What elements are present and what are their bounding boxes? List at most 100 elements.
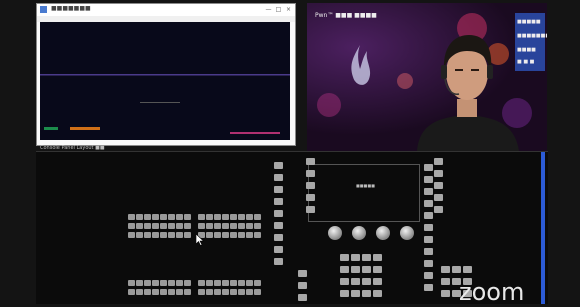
console-button[interactable]: [246, 280, 253, 286]
console-button[interactable]: [128, 289, 135, 295]
console-button[interactable]: [362, 278, 371, 285]
console-button[interactable]: [168, 280, 175, 286]
console-button[interactable]: [306, 206, 315, 213]
console-button[interactable]: [214, 289, 221, 295]
console-button[interactable]: [246, 214, 253, 220]
console-button[interactable]: [274, 210, 283, 217]
console-button[interactable]: [274, 174, 283, 181]
console-button[interactable]: [152, 214, 159, 220]
console-button[interactable]: [424, 236, 433, 243]
console-button[interactable]: [152, 280, 159, 286]
console-button[interactable]: [144, 289, 151, 295]
console-button[interactable]: [160, 232, 167, 238]
console-button[interactable]: [274, 186, 283, 193]
console-button[interactable]: [434, 194, 443, 201]
console-button[interactable]: [168, 289, 175, 295]
console-button[interactable]: [144, 280, 151, 286]
console-button[interactable]: [246, 289, 253, 295]
console-button[interactable]: [128, 232, 135, 238]
camera-video-tile[interactable]: Pwn™ ■■■ ■■■■ ■■■■■ ■■■■■■■ ■■■■ ■ ■ ■: [307, 3, 547, 151]
close-icon[interactable]: ×: [285, 6, 292, 13]
console-button[interactable]: [184, 289, 191, 295]
console-button[interactable]: [373, 266, 382, 273]
console-button[interactable]: [306, 194, 315, 201]
console-button[interactable]: [424, 212, 433, 219]
console-button[interactable]: [274, 246, 283, 253]
console-button[interactable]: [206, 223, 213, 229]
console-button[interactable]: [298, 270, 307, 277]
console-button[interactable]: [424, 248, 433, 255]
console-button[interactable]: [424, 272, 433, 279]
scroll-bar[interactable]: [541, 152, 545, 304]
console-button[interactable]: [441, 278, 450, 285]
console-button[interactable]: [206, 232, 213, 238]
console-button[interactable]: [274, 234, 283, 241]
console-button[interactable]: [198, 214, 205, 220]
console-button[interactable]: [351, 266, 360, 273]
console-button[interactable]: [136, 232, 143, 238]
console-button[interactable]: [184, 223, 191, 229]
console-button[interactable]: [230, 223, 237, 229]
console-button[interactable]: [238, 280, 245, 286]
console-button[interactable]: [222, 232, 229, 238]
console-button[interactable]: [222, 280, 229, 286]
console-button[interactable]: [373, 290, 382, 297]
console-button[interactable]: [246, 232, 253, 238]
console-button[interactable]: [136, 214, 143, 220]
console-button[interactable]: [144, 214, 151, 220]
console-button[interactable]: [434, 170, 443, 177]
console-button[interactable]: [254, 280, 261, 286]
console-button[interactable]: [222, 289, 229, 295]
console-button[interactable]: [152, 232, 159, 238]
console-button[interactable]: [160, 223, 167, 229]
console-button[interactable]: [206, 289, 213, 295]
console-button[interactable]: [362, 266, 371, 273]
console-button[interactable]: [198, 289, 205, 295]
terminal-area[interactable]: [40, 22, 290, 140]
console-button[interactable]: [184, 232, 191, 238]
console-button[interactable]: [176, 289, 183, 295]
console-button[interactable]: [206, 214, 213, 220]
console-button[interactable]: [298, 294, 307, 301]
console-button[interactable]: [136, 280, 143, 286]
console-button[interactable]: [306, 158, 315, 165]
console-button[interactable]: [152, 223, 159, 229]
console-button[interactable]: [238, 232, 245, 238]
console-button[interactable]: [254, 232, 261, 238]
minimize-icon[interactable]: —: [265, 6, 272, 13]
console-button[interactable]: [198, 223, 205, 229]
console-button[interactable]: [463, 266, 472, 273]
console-button[interactable]: [340, 254, 349, 261]
console-button[interactable]: [434, 206, 443, 213]
console-button[interactable]: [306, 170, 315, 177]
console-button[interactable]: [128, 223, 135, 229]
console-button[interactable]: [214, 214, 221, 220]
console-button[interactable]: [214, 223, 221, 229]
encoder-knob[interactable]: [376, 226, 390, 240]
console-button[interactable]: [238, 214, 245, 220]
console-button[interactable]: [230, 280, 237, 286]
console-button[interactable]: [254, 289, 261, 295]
maximize-icon[interactable]: □: [275, 6, 282, 13]
console-button[interactable]: [373, 278, 382, 285]
console-button[interactable]: [351, 290, 360, 297]
console-button[interactable]: [434, 182, 443, 189]
console-button[interactable]: [362, 254, 371, 261]
console-button[interactable]: [238, 289, 245, 295]
console-button[interactable]: [128, 280, 135, 286]
console-button[interactable]: [424, 200, 433, 207]
console-button[interactable]: [246, 223, 253, 229]
console-button[interactable]: [340, 278, 349, 285]
console-button[interactable]: [274, 162, 283, 169]
console-button[interactable]: [340, 290, 349, 297]
console-button[interactable]: [152, 289, 159, 295]
console-button[interactable]: [214, 232, 221, 238]
console-button[interactable]: [424, 224, 433, 231]
console-button[interactable]: [206, 280, 213, 286]
console-button[interactable]: [168, 223, 175, 229]
console-button[interactable]: [452, 266, 461, 273]
console-button[interactable]: [160, 289, 167, 295]
console-button[interactable]: [222, 214, 229, 220]
console-button[interactable]: [144, 223, 151, 229]
console-button[interactable]: [362, 290, 371, 297]
